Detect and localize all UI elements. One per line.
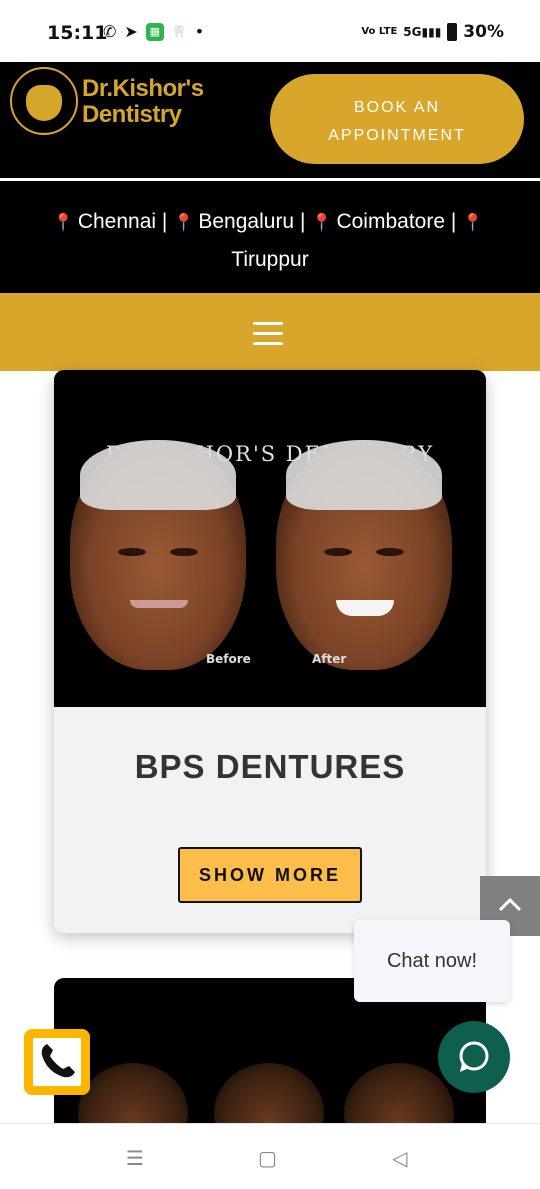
location-separator: |: [161, 210, 168, 233]
card-title: BPS DENTURES: [134, 748, 406, 785]
battery-icon: [447, 23, 458, 41]
card2-face: [78, 1063, 188, 1128]
show-more-button[interactable]: SHOW MORE: [178, 847, 362, 903]
book-label-line1: BOOK AN: [353, 99, 441, 116]
card2-face: [214, 1063, 324, 1128]
recent-apps-icon[interactable]: ☰: [126, 1146, 144, 1170]
hamburger-menu-icon[interactable]: [253, 322, 287, 346]
location-coimbatore[interactable]: Coimbatore: [336, 210, 445, 233]
logo-line2: Dentistry: [82, 101, 182, 128]
location-bengaluru[interactable]: Bengaluru: [198, 210, 294, 233]
dot-icon: •: [194, 22, 205, 41]
before-face: [70, 440, 246, 670]
card2-face: [344, 1063, 454, 1128]
status-time: 15:11: [47, 22, 108, 44]
before-after-image: DR.KISHOR'S DENTISTRY Before After: [54, 370, 486, 707]
dentist-app-icon: 🦷: [171, 24, 187, 39]
book-label-line2: APPOINTMENT: [328, 127, 466, 144]
phone-icon: [33, 1038, 81, 1086]
after-face: [276, 440, 452, 670]
location-pin-icon: 📍: [462, 213, 484, 232]
logo-line1: Dr.Kishor's: [82, 75, 204, 102]
service-card: DR.KISHOR'S DENTISTRY Before After BPS D…: [54, 370, 486, 933]
locations-bar: 📍 Chennai | 📍 Bengaluru | 📍 Coimbatore | 📍 …: [0, 181, 540, 293]
battery-percent: 30%: [463, 22, 504, 42]
telegram-icon: ➤: [124, 22, 138, 41]
logo-icon[interactable]: [10, 67, 78, 135]
signal-icon: 5G▮▮▮: [403, 25, 442, 39]
location-tiruppur[interactable]: Tiruppur: [231, 248, 308, 271]
location-separator: |: [450, 210, 457, 233]
after-label: After: [312, 652, 347, 666]
back-icon[interactable]: ◁: [392, 1146, 407, 1170]
location-separator: |: [299, 210, 306, 233]
location-pin-icon: 📍: [52, 213, 74, 232]
location-pin-icon: 📍: [173, 213, 195, 232]
app-badge-icon: ▦: [145, 22, 164, 41]
chat-button[interactable]: [438, 1021, 510, 1093]
chat-bubble-icon: [459, 1041, 489, 1072]
notification-icons: ✆ ➤ ▦ 🦷 •: [103, 22, 204, 41]
chat-now-bubble[interactable]: Chat now!: [354, 920, 510, 1002]
location-pin-icon: 📍: [311, 213, 333, 232]
volte-icon: Vo LTE: [361, 26, 398, 37]
chevron-up-icon: [498, 897, 522, 912]
before-label: Before: [206, 652, 251, 666]
tooth-icon: [26, 85, 62, 121]
whatsapp-icon: ✆: [103, 22, 117, 41]
logo-text[interactable]: Dr.Kishor's Dentistry: [82, 76, 204, 128]
call-button[interactable]: [24, 1029, 90, 1095]
system-icons: Vo LTE 5G▮▮▮ 30%: [361, 22, 504, 42]
status-bar: 15:11 ✆ ➤ ▦ 🦷 • Vo LTE 5G▮▮▮ 30%: [0, 0, 540, 62]
location-chennai[interactable]: Chennai: [78, 210, 156, 233]
system-nav-bar: ☰ ▢ ◁: [0, 1123, 540, 1189]
book-appointment-button[interactable]: BOOK AN APPOINTMENT: [270, 74, 524, 164]
home-icon[interactable]: ▢: [258, 1146, 277, 1170]
